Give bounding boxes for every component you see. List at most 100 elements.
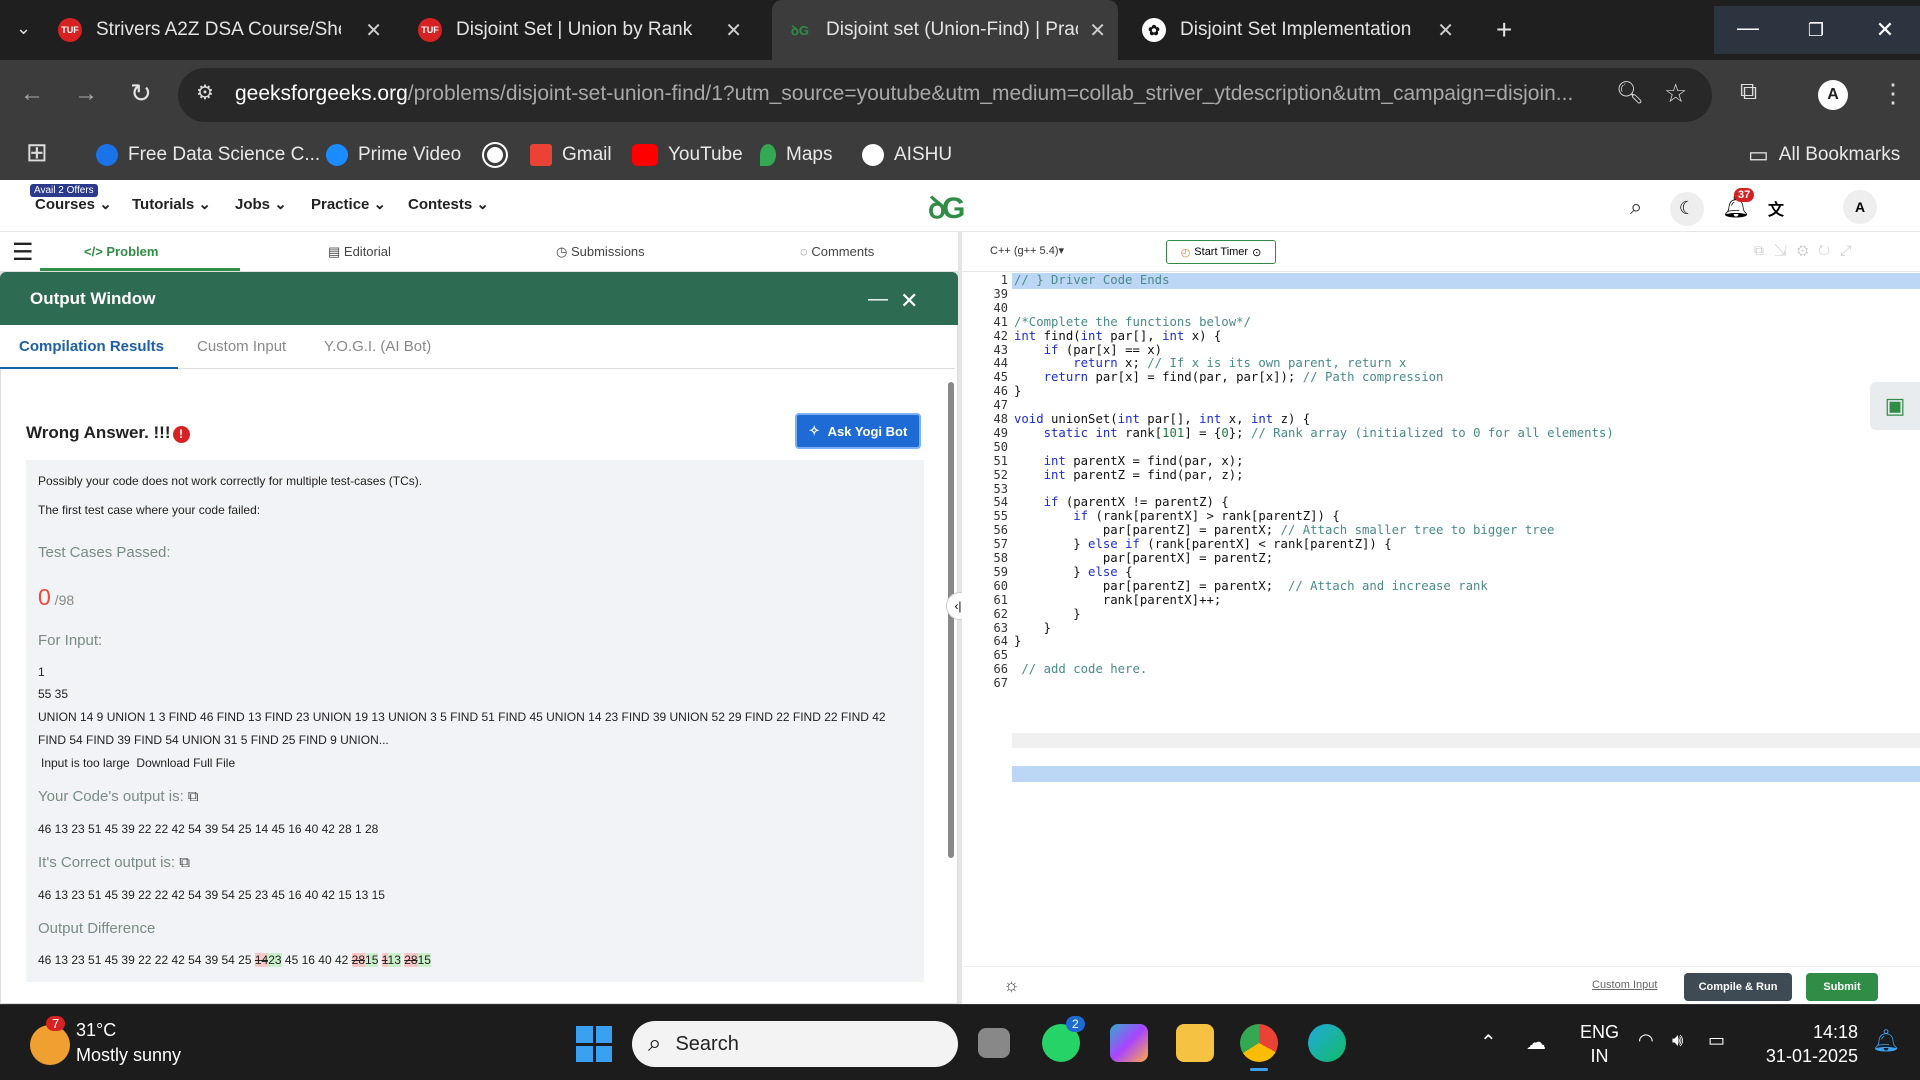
profile-avatar[interactable]: A bbox=[1818, 80, 1848, 110]
code-line[interactable]: } bbox=[1014, 607, 1080, 621]
code-line[interactable]: int find(int par[], int x) { bbox=[1014, 329, 1221, 343]
language-select[interactable]: C++ (g++ 5.4)▾ bbox=[990, 244, 1064, 257]
bookmark-gmail[interactable]: Gmail bbox=[530, 130, 612, 180]
minimize-icon[interactable]: — bbox=[1714, 6, 1782, 54]
url-text[interactable]: geeksforgeeks.org/problems/disjoint-set-… bbox=[235, 82, 1595, 106]
custom-input-link[interactable]: Custom Input bbox=[1592, 979, 1657, 991]
volume-icon[interactable]: 🔊︎ bbox=[1672, 1030, 1683, 1051]
code-line[interactable]: } else { bbox=[1014, 565, 1132, 579]
nav-tutorials[interactable]: Tutorials ⌄ bbox=[132, 195, 211, 213]
theme-toggle-icon[interactable]: ☼ bbox=[1003, 975, 1020, 996]
back-icon[interactable]: ← bbox=[20, 80, 44, 108]
code-line[interactable]: } else if (rank[parentX] < rank[parentZ]… bbox=[1014, 537, 1391, 551]
onedrive-icon[interactable]: ☁ bbox=[1526, 1030, 1546, 1055]
submit-button[interactable]: Submit bbox=[1806, 973, 1878, 1001]
close-output-icon[interactable]: ✕ bbox=[900, 288, 918, 314]
battery-icon[interactable]: ▭ bbox=[1708, 1030, 1725, 1051]
tab-search-button[interactable]: ⌄ bbox=[16, 18, 31, 39]
output-scrollbar[interactable] bbox=[948, 382, 954, 858]
copy-icon[interactable]: ⧉ bbox=[188, 788, 199, 805]
weather-widget[interactable] bbox=[30, 1025, 70, 1065]
code-line[interactable]: static int rank[101] = {0}; // Rank arra… bbox=[1014, 426, 1614, 440]
tab-compilation-results[interactable]: Compilation Results bbox=[19, 338, 164, 355]
code-line[interactable]: par[parentZ] = parentX; // Attach smalle… bbox=[1014, 523, 1555, 537]
code-line[interactable]: return x; // If x is its own parent, ret… bbox=[1014, 356, 1406, 370]
new-tab-icon[interactable]: + bbox=[1496, 14, 1512, 46]
code-line[interactable]: par[parentZ] = parentX; // Attach and in… bbox=[1014, 579, 1488, 593]
close-tab-icon[interactable]: ✕ bbox=[1437, 18, 1454, 43]
restore-icon[interactable]: ❐ bbox=[1782, 6, 1850, 54]
code-line[interactable]: /*Complete the functions below*/ bbox=[1014, 315, 1251, 329]
code-line[interactable]: } bbox=[1014, 384, 1021, 398]
bookmark-youtube[interactable]: YouTube bbox=[632, 130, 743, 180]
user-avatar[interactable]: A bbox=[1843, 190, 1877, 224]
close-tab-icon[interactable]: ✕ bbox=[725, 18, 742, 43]
minimize-output-icon[interactable]: — bbox=[868, 288, 888, 311]
start-timer-button[interactable]: ◴ Start Timer ⊙ bbox=[1166, 240, 1276, 264]
tab-problem[interactable]: </> Problem bbox=[84, 244, 158, 259]
apps-grid-icon[interactable]: ⊞ bbox=[26, 137, 48, 168]
file-explorer-icon[interactable] bbox=[1176, 1024, 1214, 1062]
code-line[interactable]: int parentX = find(par, x); bbox=[1014, 454, 1244, 468]
chrome-icon[interactable] bbox=[1240, 1024, 1278, 1062]
gfg-logo[interactable]: ꝺG bbox=[928, 186, 965, 227]
bookmark-maps[interactable]: Maps bbox=[760, 130, 832, 180]
show-hidden-icons[interactable]: ⌃ bbox=[1480, 1030, 1497, 1055]
ask-yogi-bot-button[interactable]: ✧ Ask Yogi Bot bbox=[795, 413, 921, 449]
notification-center-icon[interactable]: 🔔︎ bbox=[1872, 1028, 1900, 1054]
edge-icon[interactable] bbox=[1308, 1024, 1346, 1062]
bookmark-prime-video[interactable]: Prime Video bbox=[326, 130, 461, 180]
tab-yogi-bot[interactable]: Y.O.G.I. (AI Bot) bbox=[324, 338, 431, 355]
bookmark-free-data-science[interactable]: Free Data Science C... bbox=[96, 130, 320, 180]
nav-practice[interactable]: Practice ⌄ bbox=[311, 195, 386, 213]
code-line[interactable]: if (rank[parentX] > rank[parentZ]) { bbox=[1014, 509, 1340, 523]
code-line[interactable]: int parentZ = find(par, z); bbox=[1014, 468, 1244, 482]
copilot-icon[interactable] bbox=[1110, 1024, 1148, 1062]
code-line[interactable]: par[parentX] = parentZ; bbox=[1014, 551, 1273, 565]
reload-icon[interactable]: ↻ bbox=[130, 78, 152, 109]
forward-icon[interactable]: → bbox=[74, 80, 98, 108]
code-line[interactable]: if (parentX != parentZ) { bbox=[1014, 495, 1229, 509]
code-line[interactable]: rank[parentX]++; bbox=[1014, 593, 1221, 607]
code-line[interactable]: // add code here. bbox=[1014, 662, 1147, 676]
search-icon[interactable]: ⌕ bbox=[1630, 194, 1642, 220]
dark-mode-icon[interactable]: ☾ bbox=[1670, 192, 1704, 226]
menu-kebab-icon[interactable]: ⋮ bbox=[1880, 78, 1906, 109]
extensions-icon[interactable]: ⧉ bbox=[1740, 78, 1757, 106]
code-line[interactable]: return par[x] = find(par, par[x]); // Pa… bbox=[1014, 370, 1444, 384]
clock[interactable]: 14:18 31-01-2025 bbox=[1762, 1020, 1858, 1068]
hamburger-menu-icon[interactable]: ☰ bbox=[12, 238, 34, 267]
compile-run-button[interactable]: Compile & Run bbox=[1684, 973, 1792, 1001]
tab-editorial[interactable]: ▤ Editorial bbox=[328, 244, 391, 260]
editor-tool-icons[interactable]: ⧉⇲⚙↻⤢ bbox=[1754, 242, 1861, 259]
browser-tab-2[interactable]: TUF Disjoint Set | Union by Rank | U ✕ bbox=[418, 0, 758, 60]
bookmark-aishu[interactable]: AISHU bbox=[862, 130, 952, 180]
browser-tab-4[interactable]: ✿ Disjoint Set Implementation ✕ bbox=[1142, 0, 1462, 60]
task-view-icon[interactable] bbox=[978, 1028, 1010, 1058]
browser-tab-3-active[interactable]: ꝺG Disjoint set (Union-Find) | Practi ✕ bbox=[772, 0, 1118, 60]
start-windows-icon[interactable] bbox=[576, 1026, 612, 1062]
close-window-icon[interactable]: ✕ bbox=[1850, 6, 1920, 54]
tab-submissions[interactable]: ◷ Submissions bbox=[556, 244, 645, 260]
close-tab-icon[interactable]: ✕ bbox=[365, 18, 382, 43]
language-indicator[interactable]: ENG IN bbox=[1580, 1020, 1619, 1068]
translate-icon[interactable]: 文 bbox=[1768, 196, 1784, 220]
nav-jobs[interactable]: Jobs ⌄ bbox=[235, 195, 287, 213]
copy-icon[interactable]: ⧉ bbox=[179, 854, 190, 871]
code-line[interactable]: } bbox=[1014, 634, 1021, 648]
tab-custom-input[interactable]: Custom Input bbox=[197, 338, 286, 355]
zoom-icon[interactable]: 🔍︎ bbox=[1616, 80, 1644, 106]
chat-side-icon[interactable]: ▣ bbox=[1870, 382, 1920, 430]
tab-comments[interactable]: ◌ Comments bbox=[800, 244, 874, 259]
browser-tab-1[interactable]: TUF Strivers A2Z DSA Course/Sheet ✕ bbox=[58, 0, 398, 60]
nav-contests[interactable]: Contests ⌄ bbox=[408, 195, 489, 213]
code-line[interactable]: // } Driver Code Ends bbox=[1014, 273, 1169, 287]
wifi-icon[interactable]: ◠ bbox=[1638, 1030, 1654, 1051]
download-full-file-link[interactable]: Download Full File bbox=[136, 756, 235, 770]
site-info-icon[interactable]: ⚙ bbox=[196, 80, 222, 108]
code-line[interactable]: } bbox=[1014, 621, 1051, 635]
code-line[interactable]: if (par[x] == x) bbox=[1014, 343, 1162, 357]
close-tab-icon[interactable]: ✕ bbox=[1089, 18, 1106, 43]
nav-courses[interactable]: Courses ⌄ bbox=[35, 195, 112, 213]
all-bookmarks[interactable]: ▭ All Bookmarks bbox=[1748, 130, 1900, 180]
